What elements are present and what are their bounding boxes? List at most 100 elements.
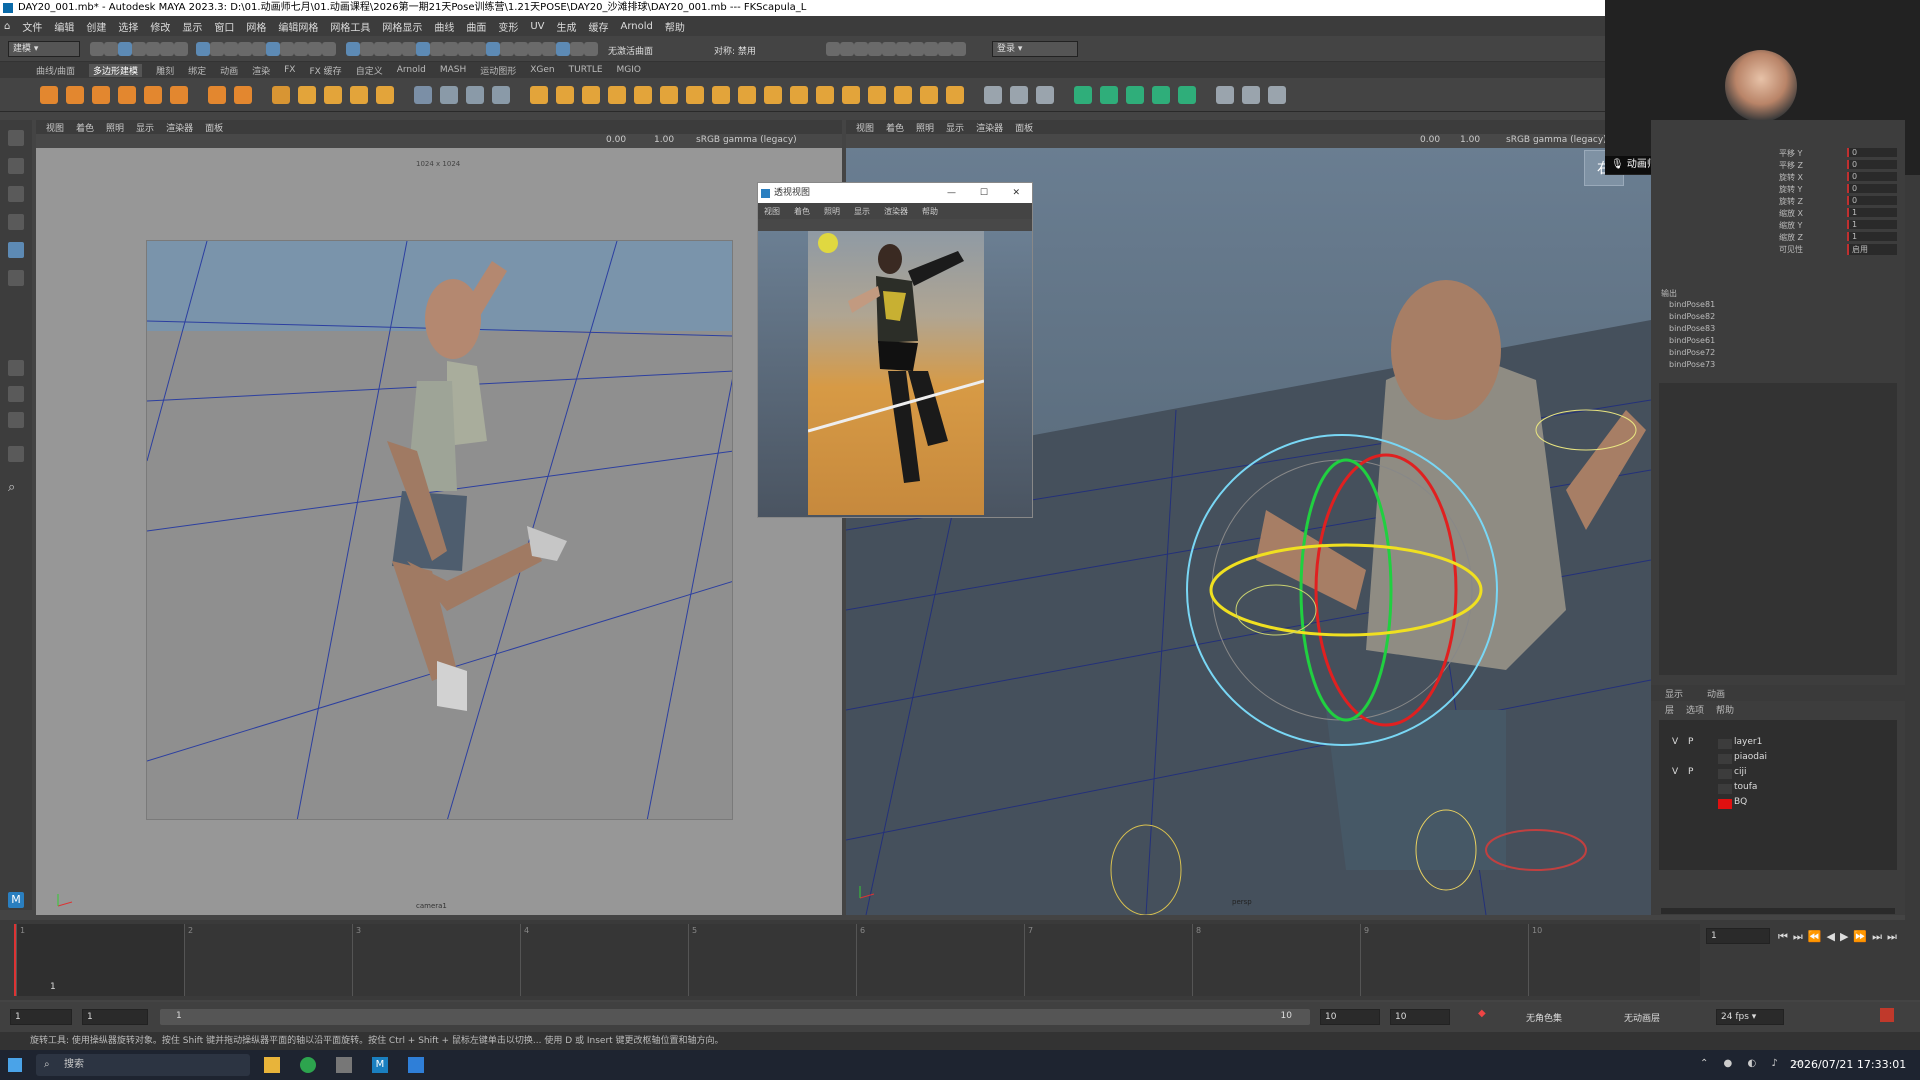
status-tool-icon[interactable] xyxy=(472,42,486,56)
shelf-tool-icon[interactable] xyxy=(234,86,252,104)
layer-menu-1[interactable]: 选项 xyxy=(1686,703,1704,716)
range-slider[interactable]: 1 1 1 10 10 10 ◆ 无角色集 无动画层 24 fps ▾ xyxy=(0,1002,1920,1032)
status-tool-icon[interactable] xyxy=(416,42,430,56)
shelf-tool-icon[interactable] xyxy=(1036,86,1054,104)
gamma-field[interactable]: 1.00 xyxy=(1460,135,1480,145)
status-tool-icon[interactable] xyxy=(210,42,224,56)
start-time-field[interactable]: 1 xyxy=(10,1009,72,1025)
shelf-tab-4[interactable]: 动画 xyxy=(220,64,238,77)
viewport-menu-2[interactable]: 照明 xyxy=(106,121,124,134)
channel-name[interactable]: 旋转 X xyxy=(1779,172,1803,183)
layer-color-swatch[interactable] xyxy=(1718,784,1732,794)
status-tool-icon[interactable] xyxy=(252,42,266,56)
windows-start-icon[interactable] xyxy=(8,1058,22,1072)
shelf-tab-3[interactable]: 绑定 xyxy=(188,64,206,77)
ref-menu-1[interactable]: 着色 xyxy=(794,206,810,217)
shelf-tool-icon[interactable] xyxy=(492,86,510,104)
shelf-tool-icon[interactable] xyxy=(738,86,756,104)
time-slider[interactable]: 1 1 2 3 4 5 6 7 8 9 10 1 ⏮⏭⏪◀▶⏩⏭⏭ xyxy=(0,920,1920,1000)
status-tool-icon[interactable] xyxy=(346,42,360,56)
shelf-tool-icon[interactable] xyxy=(272,86,290,104)
shelf-tool-icon[interactable] xyxy=(1100,86,1118,104)
menu-item-17[interactable]: Arnold xyxy=(621,21,653,32)
ref-menu-2[interactable]: 照明 xyxy=(824,206,840,217)
four-view-icon[interactable] xyxy=(8,386,24,402)
symmetry-label[interactable]: 对称: 禁用 xyxy=(714,44,756,57)
menu-item-16[interactable]: 缓存 xyxy=(589,19,609,34)
layer-visibility[interactable]: V xyxy=(1672,737,1678,747)
menu-item-3[interactable]: 选择 xyxy=(118,19,138,34)
menu-item-6[interactable]: 窗口 xyxy=(214,19,234,34)
shelf-tool-icon[interactable] xyxy=(40,86,58,104)
menu-item-4[interactable]: 修改 xyxy=(150,19,170,34)
shelf-tool-icon[interactable] xyxy=(894,86,912,104)
render-tool-icon[interactable] xyxy=(826,42,840,56)
viewport-menu-5[interactable]: 面板 xyxy=(205,121,223,134)
layer-row[interactable]: toufa xyxy=(1664,782,1894,796)
layer-row[interactable]: BQ xyxy=(1664,797,1894,811)
channel-name[interactable]: 旋转 Z xyxy=(1779,196,1803,207)
shelf-tab-11[interactable]: 运动图形 xyxy=(480,64,516,77)
maya-m-icon[interactable]: M xyxy=(8,892,24,908)
status-tool-icon[interactable] xyxy=(360,42,374,56)
menu-item-15[interactable]: 生成 xyxy=(557,19,577,34)
shelf-tab-13[interactable]: TURTLE xyxy=(569,65,603,75)
viewport-menu-1[interactable]: 着色 xyxy=(886,121,904,134)
fps-dropdown[interactable]: 24 fps ▾ xyxy=(1716,1009,1784,1025)
shelf-tool-icon[interactable] xyxy=(1216,86,1234,104)
status-tool-icon[interactable] xyxy=(308,42,322,56)
shelf-tool-icon[interactable] xyxy=(466,86,484,104)
status-tool-icon[interactable] xyxy=(514,42,528,56)
shelf-tool-icon[interactable] xyxy=(1074,86,1092,104)
shelf-tab-6[interactable]: FX xyxy=(284,65,295,75)
ref-menu-3[interactable]: 显示 xyxy=(854,206,870,217)
login-dropdown[interactable]: 登录 ▾ xyxy=(992,41,1078,57)
shelf-tool-icon[interactable] xyxy=(1268,86,1286,104)
viewport-menu-2[interactable]: 照明 xyxy=(916,121,934,134)
layer-playback[interactable]: P xyxy=(1688,767,1693,777)
outliner-icon[interactable] xyxy=(8,446,24,462)
search-icon[interactable]: ⌕ xyxy=(8,480,24,496)
select-tool-icon[interactable] xyxy=(8,130,24,146)
render-tool-icon[interactable] xyxy=(840,42,854,56)
status-tool-icon[interactable] xyxy=(500,42,514,56)
scale-tool-icon[interactable] xyxy=(8,270,24,286)
layer-tab-0[interactable]: 显示 xyxy=(1665,687,1683,700)
layer-color-swatch[interactable] xyxy=(1718,739,1732,749)
status-tool-icon[interactable] xyxy=(570,42,584,56)
channel-name[interactable]: 平移 Z xyxy=(1779,160,1803,171)
maya-taskbar-icon[interactable]: M xyxy=(372,1057,388,1073)
shelf-tool-icon[interactable] xyxy=(1242,86,1260,104)
playback-controls[interactable]: ⏮⏭⏪◀▶⏩⏭⏭ xyxy=(1778,930,1902,944)
layer-visibility[interactable]: V xyxy=(1672,767,1678,777)
layer-color-swatch[interactable] xyxy=(1718,769,1732,779)
lasso-tool-icon[interactable] xyxy=(8,158,24,174)
channel-name[interactable]: 平移 Y xyxy=(1779,148,1802,159)
layer-menu-0[interactable]: 层 xyxy=(1665,703,1674,716)
shelf-tool-icon[interactable] xyxy=(608,86,626,104)
playback-end-field[interactable]: 10 xyxy=(1320,1009,1380,1025)
status-tool-icon[interactable] xyxy=(458,42,472,56)
ref-menu-0[interactable]: 视图 xyxy=(764,206,780,217)
layer-menu-2[interactable]: 帮助 xyxy=(1716,703,1734,716)
layer-row[interactable]: V Pciji xyxy=(1664,767,1894,781)
viewport-menu-3[interactable]: 显示 xyxy=(946,121,964,134)
playback-start-field[interactable]: 1 xyxy=(82,1009,148,1025)
menu-item-7[interactable]: 网格 xyxy=(246,19,266,34)
render-tool-icon[interactable] xyxy=(882,42,896,56)
layer-name[interactable]: piaodai xyxy=(1734,752,1767,762)
close-icon[interactable]: ✕ xyxy=(1012,183,1020,203)
range-bar[interactable]: 1 10 xyxy=(160,1009,1310,1025)
shelf-tool-icon[interactable] xyxy=(66,86,84,104)
shelf-tool-icon[interactable] xyxy=(842,86,860,104)
shelf-tool-icon[interactable] xyxy=(946,86,964,104)
status-tool-icon[interactable] xyxy=(556,42,570,56)
status-tool-icon[interactable] xyxy=(374,42,388,56)
chart-app-icon[interactable] xyxy=(408,1057,424,1073)
status-tool-icon[interactable] xyxy=(322,42,336,56)
layer-name[interactable]: layer1 xyxy=(1734,737,1762,747)
anim-layer-dropdown[interactable]: 无动画层 xyxy=(1624,1011,1660,1024)
layer-name[interactable]: toufa xyxy=(1734,782,1757,792)
output-node[interactable]: bindPose72 xyxy=(1669,348,1715,357)
reference-image-window[interactable]: 透视视图 — ☐ ✕ 视图 着色 照明 显示 渲染器 帮助 xyxy=(757,182,1033,518)
